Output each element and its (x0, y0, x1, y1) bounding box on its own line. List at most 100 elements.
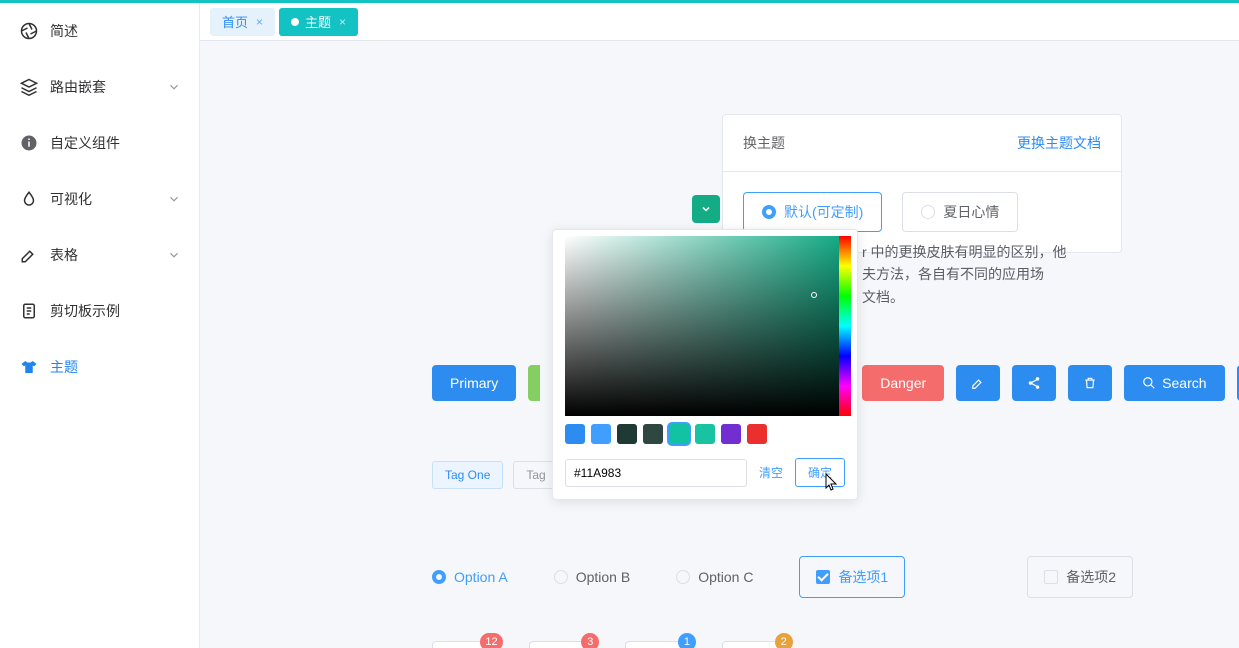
droplet-icon (20, 190, 38, 208)
swatch[interactable] (591, 424, 611, 444)
badge-label: 评论 (625, 641, 686, 648)
chevron-down-icon (167, 248, 181, 262)
radio-icon (762, 205, 776, 219)
sidebar-label: 剪切板示例 (50, 301, 120, 321)
badge-button-reply-2[interactable]: 回复 2 (722, 641, 783, 648)
chevron-down-icon (700, 203, 712, 215)
swatch[interactable] (669, 424, 689, 444)
close-icon[interactable]: × (256, 15, 263, 29)
hex-input[interactable] (565, 459, 747, 487)
share-icon (1027, 376, 1041, 390)
sidebar-item-component[interactable]: 自定义组件 (0, 115, 199, 171)
tab-bar: 首页 × 主题 × (200, 3, 1239, 41)
picker-footer: 清空 确定 (559, 452, 851, 493)
sidebar-item-intro[interactable]: 简述 (0, 3, 199, 59)
swatch[interactable] (643, 424, 663, 444)
content: 换主题 更换主题文档 默认(可定制) 夏日心情 r 中的更换皮肤有明显的区别，他 (200, 41, 1239, 648)
chevron-down-icon (167, 80, 181, 94)
main: 首页 × 主题 × 换主题 更换主题文档 默认(可定制) (200, 3, 1239, 648)
swatch[interactable] (617, 424, 637, 444)
radio-label: Option C (698, 569, 753, 585)
badge-button-reply-1[interactable]: 回复 3 (529, 641, 590, 648)
share-button[interactable] (1012, 365, 1056, 401)
tab-label: 首页 (222, 12, 248, 31)
option-label: 夏日心情 (943, 202, 999, 222)
chevron-down-icon (167, 192, 181, 206)
option-label: 默认(可定制) (784, 202, 863, 222)
radio-icon (921, 205, 935, 219)
checkbox-option-2[interactable]: 备选项2 (1027, 556, 1133, 598)
badge-button-comment-1[interactable]: 评论 12 (432, 641, 493, 648)
file-icon (20, 302, 38, 320)
search-button[interactable]: Search (1124, 365, 1224, 401)
sidebar-item-theme[interactable]: 主题 (0, 339, 199, 395)
badge-count: 2 (775, 633, 793, 648)
radio-label: Option A (454, 569, 508, 585)
badge-button-comment-2[interactable]: 评论 1 (625, 641, 686, 648)
clear-button[interactable]: 清空 (755, 464, 787, 481)
card-title: 换主题 (743, 133, 785, 153)
sidebar-label: 可视化 (50, 189, 92, 209)
badge-row: 评论 12 回复 3 评论 1 回复 2 点我查看 (432, 641, 891, 648)
tab-label: 主题 (305, 12, 331, 31)
checkbox-label: 备选项1 (838, 567, 888, 587)
badge-count: 12 (480, 633, 502, 648)
badge-count: 1 (678, 633, 696, 648)
radio-icon (554, 570, 568, 584)
tab-theme[interactable]: 主题 × (279, 8, 358, 36)
swatch[interactable] (695, 424, 715, 444)
card-header: 换主题 更换主题文档 (723, 115, 1121, 172)
edit-button[interactable] (956, 365, 1000, 401)
checkbox-option-1[interactable]: 备选项1 (799, 556, 905, 598)
badge-count: 3 (581, 633, 599, 648)
checkbox-icon (1044, 570, 1058, 584)
close-icon[interactable]: × (339, 15, 346, 29)
search-icon (1142, 376, 1156, 390)
primary-button[interactable]: Primary (432, 365, 516, 401)
color-picker-toggle[interactable] (692, 195, 720, 223)
radio-row: Option A Option B Option C 备选项1 备选项2 (432, 556, 1133, 598)
sidebar-item-viz[interactable]: 可视化 (0, 171, 199, 227)
delete-button[interactable] (1068, 365, 1112, 401)
theme-option-summer[interactable]: 夏日心情 (902, 192, 1018, 232)
hue-slider[interactable] (839, 236, 851, 416)
layout: 简述 路由嵌套 自定义组件 可视化 表格 剪切板示例 主题 (0, 3, 1239, 648)
sidebar: 简述 路由嵌套 自定义组件 可视化 表格 剪切板示例 主题 (0, 3, 200, 648)
tag-row: Tag One Tag (432, 461, 559, 489)
aperture-icon (20, 22, 38, 40)
swatch-row (559, 416, 851, 452)
radio-option-a[interactable]: Option A (432, 569, 508, 585)
swatch[interactable] (747, 424, 767, 444)
saturation-panel[interactable] (565, 236, 845, 416)
sidebar-item-router[interactable]: 路由嵌套 (0, 59, 199, 115)
radio-label: Option B (576, 569, 630, 585)
tshirt-icon (20, 358, 38, 376)
radio-option-b[interactable]: Option B (554, 569, 630, 585)
sidebar-label: 自定义组件 (50, 133, 120, 153)
tab-home[interactable]: 首页 × (210, 8, 275, 36)
swatch[interactable] (565, 424, 585, 444)
button-label: Search (1162, 375, 1206, 391)
sidebar-item-table[interactable]: 表格 (0, 227, 199, 283)
sidebar-label: 简述 (50, 21, 78, 41)
active-dot-icon (291, 18, 299, 26)
edit-icon (20, 246, 38, 264)
doc-link[interactable]: 更换主题文档 (1017, 133, 1101, 153)
info-icon (20, 134, 38, 152)
edit-icon (971, 376, 985, 390)
badge-label: 回复 (722, 641, 783, 648)
radio-icon (432, 570, 446, 584)
sidebar-label: 表格 (50, 245, 78, 265)
mouse-cursor-icon (824, 473, 840, 493)
description-text: r 中的更换皮肤有明显的区别，他 夫方法，各自有不同的应用场 文档。 (862, 241, 1067, 308)
danger-button[interactable]: Danger (862, 365, 944, 401)
trash-icon (1083, 376, 1097, 390)
tag-one[interactable]: Tag One (432, 461, 503, 489)
swatch[interactable] (721, 424, 741, 444)
success-button-partial[interactable] (528, 365, 540, 401)
radio-option-c[interactable]: Option C (676, 569, 753, 585)
color-picker-panel: 清空 确定 (552, 229, 858, 500)
sidebar-item-clipboard[interactable]: 剪切板示例 (0, 283, 199, 339)
theme-option-default[interactable]: 默认(可定制) (743, 192, 882, 232)
sidebar-label: 主题 (50, 357, 78, 377)
